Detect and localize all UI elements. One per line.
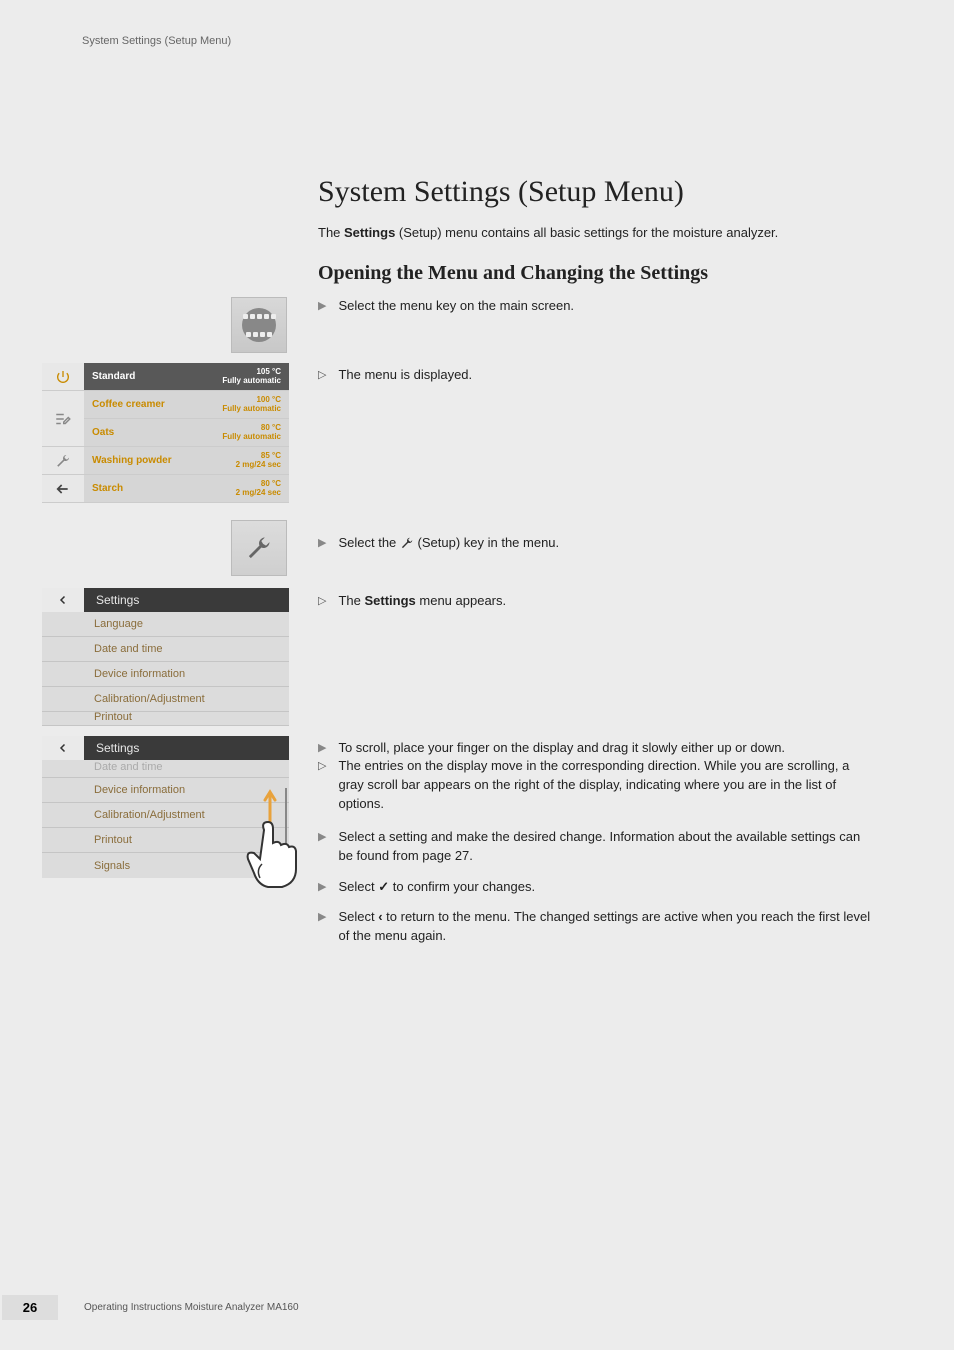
step-text: Select a setting and make the desired ch…	[338, 828, 873, 866]
settings-panel-2: Settings Date and time Device informatio…	[42, 736, 289, 878]
intro-post: (Setup) menu contains all basic settings…	[395, 225, 778, 240]
intro-pre: The	[318, 225, 344, 240]
step-select-setting: ▶ Select a setting and make the desired …	[318, 828, 873, 866]
item-name: Starch	[92, 483, 123, 494]
settings-title-bar: Settings	[84, 736, 289, 760]
settings-item-calibration[interactable]: Calibration/Adjustment	[42, 687, 289, 712]
intro-paragraph: The Settings (Setup) menu contains all b…	[318, 225, 778, 240]
settings-item-signals[interactable]: Signals	[42, 853, 289, 878]
step-scroll-instruction: ▶ To scroll, place your finger on the di…	[318, 739, 873, 758]
grid-icon	[242, 308, 276, 342]
item-params: 100 °CFully automatic	[222, 396, 281, 414]
settings-item-printout[interactable]: Printout	[42, 828, 289, 853]
hollow-triangle-icon: ▷	[318, 368, 326, 385]
settings-item-printout[interactable]: Printout	[42, 712, 289, 726]
back-button[interactable]	[42, 736, 84, 760]
settings-item-device-info[interactable]: Device information	[42, 778, 289, 803]
device-item[interactable]: Coffee creamer 100 °CFully automatic	[84, 391, 289, 419]
item-name: Coffee creamer	[92, 399, 165, 410]
step-select-menu-key: ▶ Select the menu key on the main screen…	[318, 297, 873, 316]
triangle-bullet-icon: ▶	[318, 910, 326, 946]
wrench-icon	[245, 534, 273, 562]
back-arrow-icon[interactable]	[42, 475, 84, 503]
device-item-standard[interactable]: Standard 105 °CFully automatic	[84, 363, 289, 391]
device-item[interactable]: Washing powder 85 °C2 mg/24 sec	[84, 447, 289, 475]
section-heading: Opening the Menu and Changing the Settin…	[318, 262, 708, 285]
triangle-bullet-icon: ▶	[318, 830, 326, 866]
step-return: ▶ Select ‹ to return to the menu. The ch…	[318, 908, 873, 946]
step-text: The menu is displayed.	[338, 366, 472, 385]
triangle-bullet-icon: ▶	[318, 741, 326, 758]
step-menu-displayed: ▷ The menu is displayed.	[318, 366, 873, 385]
wrench-icon	[400, 535, 414, 550]
hollow-triangle-icon: ▷	[318, 594, 326, 611]
running-header: System Settings (Setup Menu)	[82, 35, 231, 47]
back-button[interactable]	[42, 588, 84, 612]
item-params: 80 °C2 mg/24 sec	[236, 480, 281, 498]
step-settings-appears: ▷ The Settings menu appears.	[318, 592, 873, 611]
step-text: Select the (Setup) key in the menu.	[338, 534, 559, 553]
item-name: Standard	[92, 371, 135, 382]
page-number: 26	[2, 1295, 58, 1320]
scroll-arrow-icon	[262, 788, 278, 828]
settings-item-device-info[interactable]: Device information	[42, 662, 289, 687]
scrollbar[interactable]	[285, 788, 287, 868]
page-footer: 26 Operating Instructions Moisture Analy…	[0, 1295, 954, 1320]
hollow-triangle-icon: ▷	[318, 759, 326, 814]
item-params: 105 °CFully automatic	[222, 368, 281, 386]
power-icon[interactable]	[42, 363, 84, 391]
step-select-setup-key: ▶ Select the (Setup) key in the menu.	[318, 534, 873, 553]
device-item[interactable]: Starch 80 °C2 mg/24 sec	[84, 475, 289, 503]
page-title: System Settings (Setup Menu)	[318, 175, 684, 209]
step-confirm: ▶ Select to confirm your changes.	[318, 878, 873, 897]
triangle-bullet-icon: ▶	[318, 536, 326, 553]
item-params: 80 °CFully automatic	[222, 424, 281, 442]
settings-item-calibration[interactable]: Calibration/Adjustment	[42, 803, 289, 828]
item-name: Washing powder	[92, 455, 172, 466]
triangle-bullet-icon: ▶	[318, 880, 326, 897]
settings-item-date-time[interactable]: Date and time	[42, 637, 289, 662]
step-text: To scroll, place your finger on the disp…	[338, 739, 785, 758]
intro-bold: Settings	[344, 225, 395, 240]
step-text: The entries on the display move in the c…	[338, 757, 873, 814]
footer-text: Operating Instructions Moisture Analyzer…	[84, 1302, 299, 1313]
settings-panel-1: Settings Language Date and time Device i…	[42, 588, 289, 726]
settings-title: Settings	[96, 593, 139, 607]
item-name: Oats	[92, 427, 114, 438]
device-item[interactable]: Oats 80 °CFully automatic	[84, 419, 289, 447]
settings-item[interactable]: Date and time	[42, 760, 289, 778]
settings-title-bar: Settings	[84, 588, 289, 612]
step-scroll-result: ▷ The entries on the display move in the…	[318, 757, 873, 814]
setup-key-button[interactable]	[231, 520, 287, 576]
item-params: 85 °C2 mg/24 sec	[236, 452, 281, 470]
triangle-bullet-icon: ▶	[318, 299, 326, 316]
check-icon	[378, 879, 389, 894]
edit-list-icon[interactable]	[42, 391, 84, 447]
menu-key-button[interactable]	[231, 297, 287, 353]
device-menu-screenshot: Standard 105 °CFully automatic Coffee cr…	[42, 363, 289, 503]
wrench-icon[interactable]	[42, 447, 84, 475]
step-text: Select ‹ to return to the menu. The chan…	[338, 908, 873, 946]
step-text: The Settings menu appears.	[338, 592, 506, 611]
settings-title: Settings	[96, 741, 139, 755]
step-text: Select the menu key on the main screen.	[338, 297, 574, 316]
settings-item-language[interactable]: Language	[42, 612, 289, 637]
step-text: Select to confirm your changes.	[338, 878, 535, 897]
